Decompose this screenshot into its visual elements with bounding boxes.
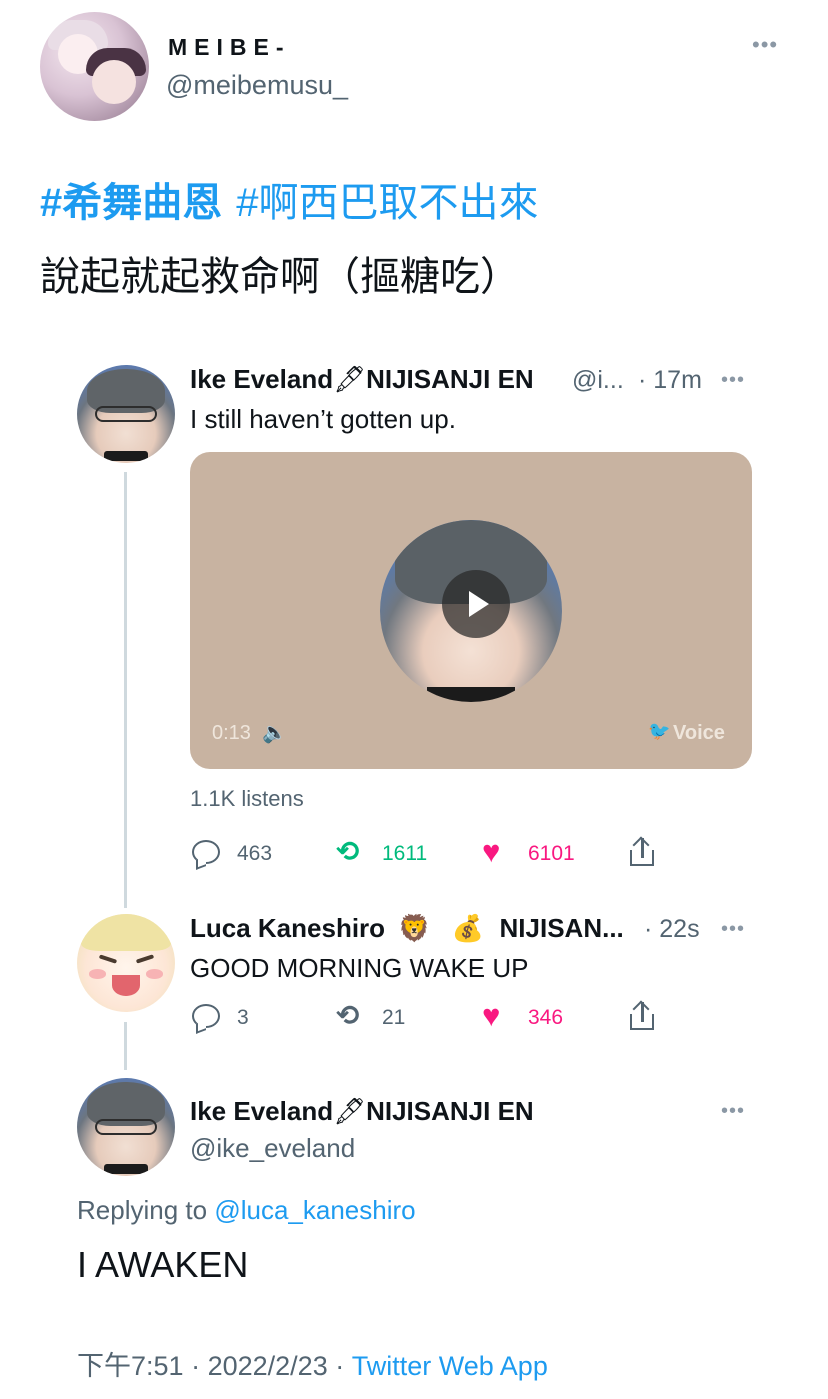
reply-text: I AWAKEN: [77, 1244, 249, 1285]
thread-author-handle[interactable]: @i...: [572, 366, 624, 395]
tweet-time[interactable]: 下午7:51: [77, 1351, 184, 1381]
pen-emoji: 🖋: [333, 1096, 367, 1126]
like-count: 6101: [528, 842, 575, 865]
thread-avatar-ike[interactable]: [77, 365, 175, 463]
tweet-text: 說起就起救命啊（摳糖吃）: [40, 255, 520, 299]
thread-timestamp[interactable]: · 22s: [644, 915, 700, 944]
thread-tweet-text: GOOD MORNING WAKE UP: [190, 953, 529, 983]
tweet-meta-footer: 下午7:51 · 2022/2/23 · Twitter Web App: [77, 1344, 548, 1383]
share-icon[interactable]: [627, 1000, 657, 1032]
replying-to-link[interactable]: @luca_kaneshiro: [214, 1195, 415, 1225]
author-handle[interactable]: @meibemusu_: [166, 70, 348, 101]
thread-author-name[interactable]: Luca Kaneshiro 🦁 💰 NIJISAN...: [190, 913, 624, 944]
like-count: 346: [528, 1006, 564, 1029]
hashtag-line: #希舞曲恩 #啊西巴取不出來: [40, 170, 539, 228]
heart-icon[interactable]: ♥: [482, 1000, 500, 1031]
more-horizontal-icon[interactable]: •••: [721, 918, 745, 941]
thread-timestamp[interactable]: · 17m: [638, 366, 702, 395]
hashtag-link[interactable]: #啊西巴取不出來: [236, 181, 538, 225]
twitter-bird-icon: 🐦: [648, 721, 671, 741]
author-name[interactable]: MEIBE-: [168, 34, 291, 61]
retweet-count: 1611: [382, 842, 428, 865]
listen-count: 1.1K listens: [190, 786, 304, 811]
heart-icon[interactable]: ♥: [482, 836, 500, 867]
audio-duration: 0:13: [212, 722, 251, 744]
more-horizontal-icon[interactable]: •••: [752, 32, 778, 58]
reply-author-handle[interactable]: @ike_eveland: [190, 1133, 355, 1164]
replying-to-line: Replying to @luca_kaneshiro: [77, 1195, 416, 1225]
thread-tweet-text: I still haven’t gotten up.: [190, 404, 456, 434]
retweet-icon[interactable]: ⟲: [336, 838, 359, 866]
more-horizontal-icon[interactable]: •••: [721, 1100, 745, 1123]
reply-icon[interactable]: [192, 1004, 220, 1028]
reply-author-name[interactable]: Ike Eveland🖋NIJISANJI EN: [190, 1096, 534, 1127]
retweet-icon[interactable]: ⟲: [336, 1002, 359, 1030]
reply-avatar-ike[interactable]: [77, 1078, 175, 1176]
thread-connector: [124, 1022, 127, 1070]
retweet-count: 21: [382, 1006, 406, 1029]
reply-count: 3: [237, 1006, 249, 1029]
voice-media-card[interactable]: 0:13 🔈 🐦 Voice: [190, 452, 752, 769]
lion-emoji: 🦁: [398, 913, 431, 943]
tweet-date[interactable]: 2022/2/23: [208, 1351, 328, 1381]
volume-icon[interactable]: 🔈: [262, 720, 287, 745]
reply-count: 463: [237, 842, 273, 865]
play-icon[interactable]: [442, 570, 510, 638]
more-horizontal-icon[interactable]: •••: [721, 369, 745, 392]
hashtag-link[interactable]: #希舞曲恩: [40, 181, 222, 225]
meta-separator: ·: [191, 1351, 201, 1381]
money-bag-emoji: 💰: [451, 913, 485, 943]
pen-emoji: 🖋: [333, 364, 367, 394]
meta-separator: ·: [335, 1351, 345, 1381]
source-app-link[interactable]: Twitter Web App: [352, 1351, 548, 1381]
thread-avatar-luca[interactable]: [77, 914, 175, 1012]
thread-author-name[interactable]: Ike Eveland🖋NIJISANJI EN: [190, 364, 534, 395]
share-icon[interactable]: [627, 836, 657, 868]
thread-connector: [124, 472, 127, 908]
author-avatar[interactable]: [40, 12, 149, 121]
reply-icon[interactable]: [192, 840, 220, 864]
voice-label: Voice: [673, 722, 725, 744]
